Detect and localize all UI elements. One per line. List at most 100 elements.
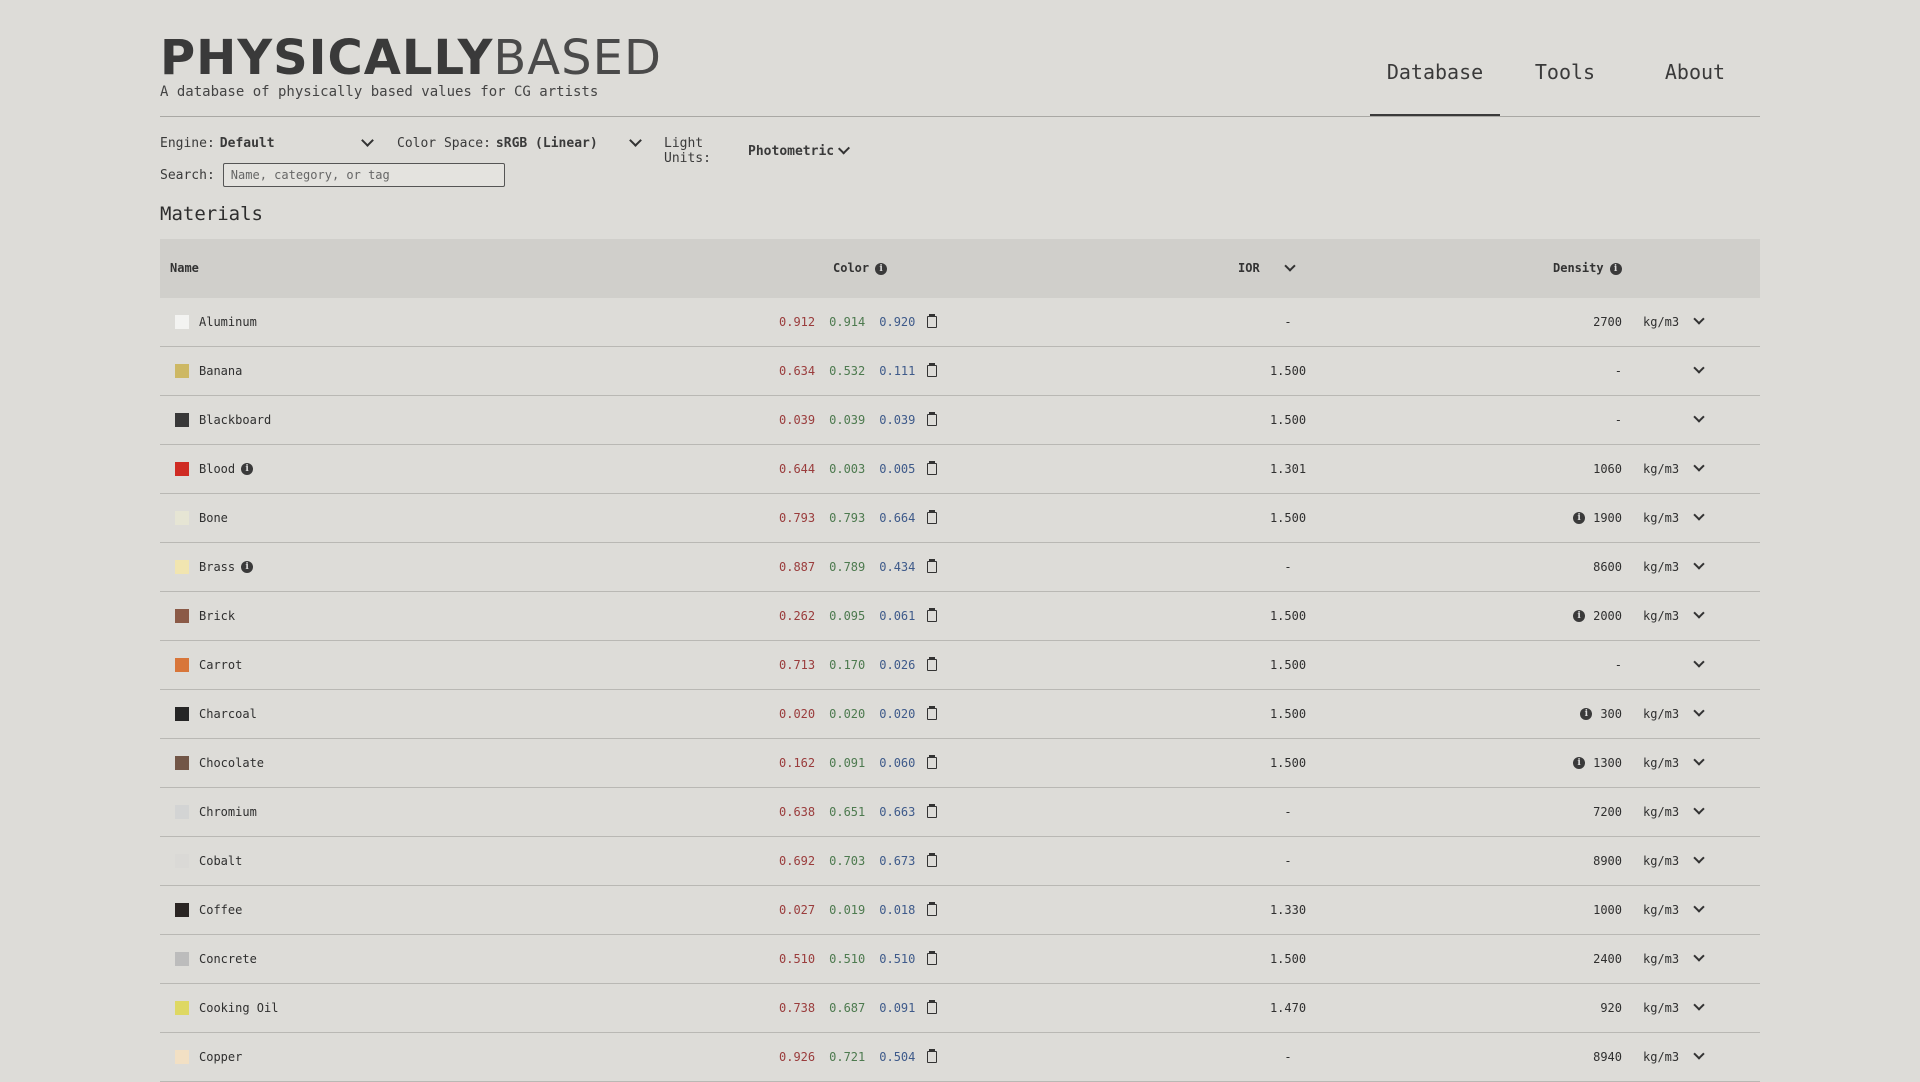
expand-row-button[interactable] [1693, 543, 1705, 591]
search-input[interactable] [222, 163, 505, 187]
ior-cell: 1.500 [1220, 935, 1356, 983]
nav-tools[interactable]: Tools [1500, 38, 1630, 114]
material-name-cell: Charcoal [160, 690, 257, 738]
clipboard-icon[interactable] [927, 559, 938, 573]
clipboard-icon[interactable] [927, 363, 938, 377]
info-icon[interactable]: i [241, 463, 254, 475]
nav-database[interactable]: Database [1370, 38, 1500, 116]
material-name[interactable]: Charcoal [199, 690, 257, 738]
expand-row-button[interactable] [1693, 641, 1705, 689]
density-unit: kg/m3 [1643, 511, 1680, 525]
expand-row-button[interactable] [1693, 494, 1705, 542]
column-name[interactable]: Name [170, 239, 199, 298]
material-name[interactable]: Coffee [199, 886, 242, 934]
clipboard-icon[interactable] [927, 902, 938, 916]
color-swatch [175, 756, 189, 770]
material-name[interactable]: Chromium [199, 788, 257, 836]
density-value: 7200 [1593, 805, 1622, 819]
clipboard-icon[interactable] [927, 510, 938, 524]
clipboard-icon[interactable] [927, 1000, 938, 1014]
expand-row-button[interactable] [1693, 298, 1705, 346]
table-row[interactable]: Copper 0.926 0.721 0.504 - 8940 kg/m3 [160, 1033, 1760, 1082]
expand-row-button[interactable] [1693, 984, 1705, 1032]
site-logo[interactable]: PHYSICALLYBASED [160, 30, 662, 86]
lightunits-select[interactable]: Light Units: Photometric [664, 136, 851, 166]
table-row[interactable]: Chocolate 0.162 0.091 0.060 1.500 i 1300 kg/m3 [160, 739, 1760, 788]
color-red-value: 0.262 [779, 609, 816, 623]
clipboard-icon[interactable] [927, 804, 938, 818]
info-icon[interactable]: i [241, 561, 254, 573]
clipboard-icon[interactable] [927, 608, 938, 622]
clipboard-icon[interactable] [927, 706, 938, 720]
engine-select[interactable]: Engine: Default [160, 134, 374, 151]
material-name[interactable]: Blackboard [199, 396, 271, 444]
colorspace-select[interactable]: Color Space: sRGB (Linear) [397, 134, 642, 151]
info-icon[interactable]: i [1573, 610, 1586, 622]
table-row[interactable]: Brass i 0.887 0.789 0.434 - 8600 kg/m3 [160, 543, 1760, 592]
info-icon[interactable]: i [1573, 512, 1586, 524]
material-name[interactable]: Copper [199, 1033, 242, 1081]
clipboard-icon[interactable] [927, 755, 938, 769]
table-row[interactable]: Bone 0.793 0.793 0.664 1.500 i 1900 kg/m3 [160, 494, 1760, 543]
expand-row-button[interactable] [1693, 837, 1705, 885]
table-body: Aluminum 0.912 0.914 0.920 - 2700 kg/m3 Banana 0… [160, 298, 1760, 1082]
table-row[interactable]: Carrot 0.713 0.170 0.026 1.500 - [160, 641, 1760, 690]
expand-row-button[interactable] [1693, 886, 1705, 934]
density-value: 920 [1600, 1001, 1622, 1015]
expand-row-button[interactable] [1693, 788, 1705, 836]
page: { "header": { "logo_bold": "PHYSICALLY",… [0, 0, 1920, 1082]
nav-about[interactable]: About [1630, 38, 1760, 114]
material-name[interactable]: Aluminum [199, 298, 257, 346]
clipboard-icon[interactable] [927, 314, 938, 328]
color-red-value: 0.713 [779, 658, 816, 672]
clipboard-icon[interactable] [927, 657, 938, 671]
column-color[interactable]: Color i [833, 239, 888, 298]
column-ior[interactable]: IOR [1238, 239, 1318, 298]
expand-row-button[interactable] [1693, 396, 1705, 444]
color-red-value: 0.638 [779, 805, 816, 819]
expand-row-button[interactable] [1693, 1033, 1705, 1081]
table-row[interactable]: Brick 0.262 0.095 0.061 1.500 i 2000 kg/m3 [160, 592, 1760, 641]
column-density[interactable]: Density i [1553, 239, 1622, 298]
expand-row-button[interactable] [1693, 445, 1705, 493]
material-name[interactable]: Concrete [199, 935, 257, 983]
material-name[interactable]: Cooking Oil [199, 984, 278, 1032]
material-name[interactable]: Blood [199, 445, 235, 493]
info-icon[interactable]: i [1573, 757, 1586, 769]
material-name[interactable]: Bone [199, 494, 228, 542]
expand-row-button[interactable] [1693, 739, 1705, 787]
table-row[interactable]: Blood i 0.644 0.003 0.005 1.301 1060 kg/m3 [160, 445, 1760, 494]
info-icon[interactable]: i [1609, 262, 1622, 275]
clipboard-icon[interactable] [927, 951, 938, 965]
table-row[interactable]: Chromium 0.638 0.651 0.663 - 7200 kg/m3 [160, 788, 1760, 837]
table-row[interactable]: Banana 0.634 0.532 0.111 1.500 - [160, 347, 1760, 396]
info-icon[interactable]: i [1580, 708, 1593, 720]
material-name[interactable]: Carrot [199, 641, 242, 689]
expand-row-button[interactable] [1693, 347, 1705, 395]
table-row[interactable]: Cobalt 0.692 0.703 0.673 - 8900 kg/m3 [160, 837, 1760, 886]
clipboard-icon[interactable] [927, 1049, 938, 1063]
table-row[interactable]: Aluminum 0.912 0.914 0.920 - 2700 kg/m3 [160, 298, 1760, 347]
table-row[interactable]: Charcoal 0.020 0.020 0.020 1.500 i 300 kg/m3 [160, 690, 1760, 739]
table-row[interactable]: Concrete 0.510 0.510 0.510 1.500 2400 kg/m3 [160, 935, 1760, 984]
expand-row-button[interactable] [1693, 592, 1705, 640]
material-name[interactable]: Brass [199, 543, 235, 591]
table-row[interactable]: Blackboard 0.039 0.039 0.039 1.500 - [160, 396, 1760, 445]
material-name[interactable]: Banana [199, 347, 242, 395]
clipboard-icon[interactable] [927, 461, 938, 475]
material-name[interactable]: Brick [199, 592, 235, 640]
info-icon[interactable]: i [875, 262, 888, 275]
chevron-down-icon [1693, 558, 1705, 570]
material-name[interactable]: Chocolate [199, 739, 264, 787]
clipboard-icon[interactable] [927, 412, 938, 426]
expand-row-button[interactable] [1693, 935, 1705, 983]
color-green-value: 0.095 [829, 609, 866, 623]
clipboard-icon[interactable] [927, 853, 938, 867]
density-unit: kg/m3 [1643, 756, 1680, 770]
color-swatch [175, 609, 189, 623]
expand-row-button[interactable] [1693, 690, 1705, 738]
material-name[interactable]: Cobalt [199, 837, 242, 885]
table-row[interactable]: Coffee 0.027 0.019 0.018 1.330 1000 kg/m3 [160, 886, 1760, 935]
table-row[interactable]: Cooking Oil 0.738 0.687 0.091 1.470 920 kg/m3 [160, 984, 1760, 1033]
density-value: 1900 [1593, 511, 1622, 525]
